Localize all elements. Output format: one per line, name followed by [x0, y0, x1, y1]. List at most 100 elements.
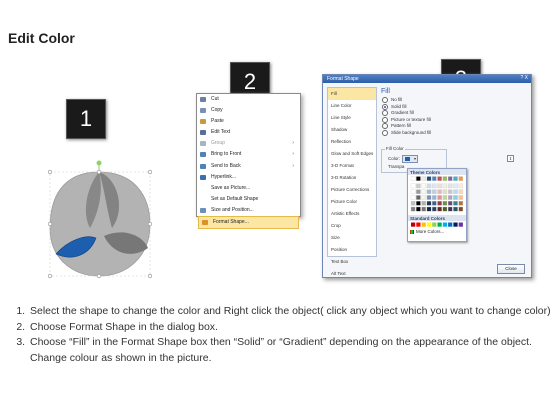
color-swatch[interactable]: [453, 176, 458, 181]
color-swatch[interactable]: [442, 189, 448, 194]
color-swatch[interactable]: [447, 183, 453, 189]
menu-item-bring-to-front[interactable]: Bring to Front ›: [197, 149, 300, 160]
nav-item-line-style[interactable]: Line Style: [328, 112, 376, 124]
nav-item-picture-corrections[interactable]: Picture Corrections: [328, 184, 376, 196]
color-swatch[interactable]: [458, 176, 464, 181]
menu-item-cut[interactable]: Cut: [197, 94, 300, 105]
nav-item-text-box[interactable]: Text Box: [328, 256, 376, 268]
menu-item-edit-text[interactable]: Edit Text: [197, 127, 300, 138]
color-swatch[interactable]: [416, 195, 421, 200]
nav-item-shadow[interactable]: Shadow: [328, 124, 376, 136]
color-swatch[interactable]: [416, 206, 421, 212]
color-swatch[interactable]: [442, 222, 447, 227]
color-swatch[interactable]: [453, 195, 458, 200]
color-swatch[interactable]: [432, 222, 437, 227]
color-swatch[interactable]: [426, 176, 432, 181]
color-swatch[interactable]: [426, 189, 432, 194]
color-swatch[interactable]: [432, 176, 437, 181]
nav-item-size[interactable]: Size: [328, 232, 376, 244]
color-swatch[interactable]: [411, 222, 416, 227]
menu-item-group[interactable]: Group ›: [197, 138, 300, 149]
color-swatch[interactable]: [442, 176, 448, 181]
color-swatch[interactable]: [432, 201, 437, 206]
nav-item-position[interactable]: Position: [328, 244, 376, 256]
color-swatch[interactable]: [416, 176, 421, 181]
radio-button[interactable]: [382, 110, 388, 117]
menu-item-set-as-default-shape[interactable]: Set as Default Shape: [197, 194, 300, 205]
color-swatch[interactable]: [421, 183, 426, 189]
nav-item-artistic-effects[interactable]: Artistic Effects: [328, 208, 376, 220]
standard-colors-grid[interactable]: [408, 221, 466, 229]
color-swatch[interactable]: [458, 222, 463, 227]
color-swatch[interactable]: [458, 189, 464, 194]
color-swatch[interactable]: [442, 195, 448, 200]
color-swatch[interactable]: [426, 222, 432, 227]
nav-item-alt-text[interactable]: Alt Text: [328, 268, 376, 280]
color-swatch[interactable]: [410, 176, 416, 181]
color-swatch[interactable]: [410, 201, 416, 206]
color-swatch[interactable]: [448, 222, 453, 227]
color-swatch[interactable]: [453, 183, 458, 189]
nav-item-3-d-format[interactable]: 3-D Format: [328, 160, 376, 172]
color-swatch[interactable]: [437, 176, 442, 181]
color-picker-button[interactable]: ▾: [402, 155, 418, 163]
color-swatch[interactable]: [447, 201, 453, 206]
fill-option[interactable]: Slide background fill: [379, 130, 525, 137]
color-swatch[interactable]: [437, 206, 442, 212]
color-swatch[interactable]: [447, 206, 453, 212]
dialog-controls[interactable]: ? X: [520, 75, 528, 81]
menu-item-format-shape[interactable]: Format Shape...: [198, 216, 299, 230]
color-swatch[interactable]: [442, 201, 448, 206]
color-swatch[interactable]: [437, 183, 442, 189]
rotate-handle[interactable]: [96, 160, 102, 166]
nav-item-picture-color[interactable]: Picture Color: [328, 196, 376, 208]
color-swatch[interactable]: [437, 201, 442, 206]
color-swatch[interactable]: [437, 222, 442, 227]
color-swatch[interactable]: [453, 189, 458, 194]
color-swatch[interactable]: [410, 195, 416, 200]
more-colors-item[interactable]: More Colors...: [408, 229, 466, 234]
color-swatch[interactable]: [410, 183, 416, 189]
color-swatch[interactable]: [458, 206, 464, 212]
color-swatch[interactable]: [416, 183, 421, 189]
radio-button[interactable]: [382, 123, 388, 130]
color-swatch[interactable]: [458, 201, 464, 206]
color-swatch[interactable]: [426, 201, 432, 206]
color-swatch[interactable]: [432, 195, 437, 200]
menu-item-save-as-picture[interactable]: Save as Picture...: [197, 183, 300, 194]
color-swatch[interactable]: [432, 183, 437, 189]
color-swatch[interactable]: [458, 183, 464, 189]
menu-item-paste[interactable]: Paste: [197, 116, 300, 127]
radio-button[interactable]: [382, 103, 388, 110]
menu-item-send-to-back[interactable]: Send to Back ›: [197, 161, 300, 172]
nav-item-crop[interactable]: Crop: [328, 220, 376, 232]
color-swatch[interactable]: [447, 176, 453, 181]
close-button[interactable]: Close: [497, 264, 525, 274]
radio-button[interactable]: [382, 129, 388, 136]
menu-item-copy[interactable]: Copy: [197, 105, 300, 116]
color-swatch[interactable]: [426, 183, 432, 189]
nav-item-glow-and-soft-edges[interactable]: Glow and Soft Edges: [328, 148, 376, 160]
color-swatch[interactable]: [442, 183, 448, 189]
color-swatch[interactable]: [421, 222, 426, 227]
menu-item-size-and-position[interactable]: Size and Position...: [197, 205, 300, 216]
color-swatch[interactable]: [432, 206, 437, 212]
color-swatch[interactable]: [426, 206, 432, 212]
color-swatch[interactable]: [416, 189, 421, 194]
radio-button[interactable]: [382, 97, 388, 104]
color-swatch[interactable]: [421, 176, 426, 181]
color-swatch[interactable]: [453, 201, 458, 206]
nav-item-reflection[interactable]: Reflection: [328, 136, 376, 148]
color-swatch[interactable]: [447, 195, 453, 200]
color-swatch[interactable]: [458, 195, 464, 200]
color-swatch[interactable]: [421, 195, 426, 200]
theme-colors-grid[interactable]: [408, 175, 466, 215]
nav-item-fill[interactable]: Fill: [328, 88, 376, 100]
color-swatch[interactable]: [437, 189, 442, 194]
spinner-icon[interactable]: ⇕: [507, 155, 514, 162]
color-swatch[interactable]: [410, 189, 416, 194]
color-swatch[interactable]: [442, 206, 448, 212]
color-swatch[interactable]: [410, 206, 416, 212]
color-swatch[interactable]: [421, 206, 426, 212]
color-swatch[interactable]: [437, 195, 442, 200]
